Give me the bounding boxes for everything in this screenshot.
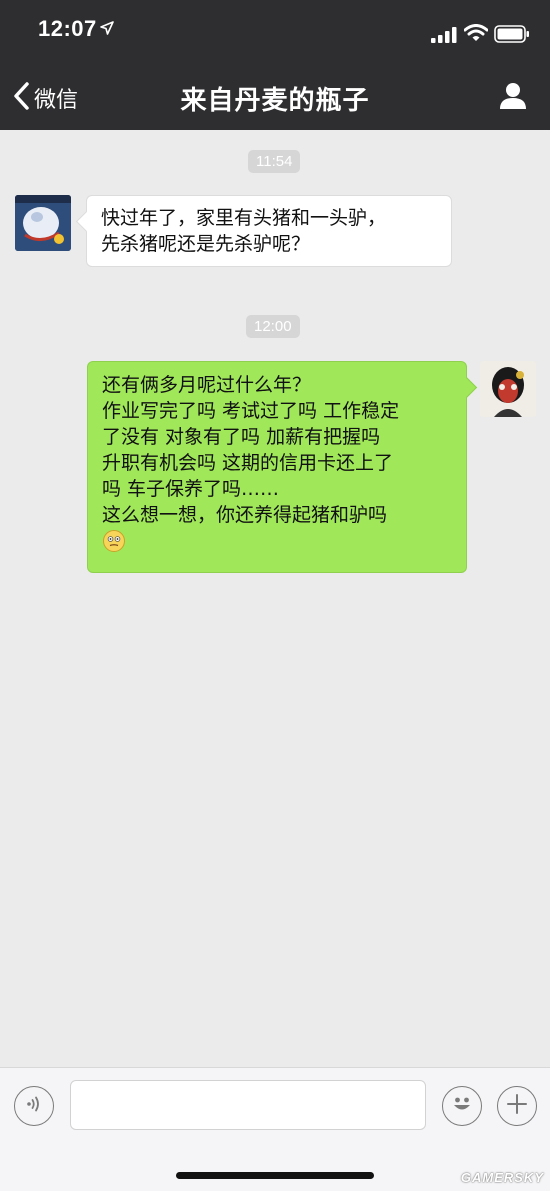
message-line: 作业写完了吗 考试过了吗 工作稳定 [102, 400, 400, 422]
incoming-message-bubble[interactable]: 快过年了，家里有头猪和一头驴， 先杀猪呢还是先杀驴呢？ [86, 195, 452, 267]
top-bar: 12:07 微信 来自丹麦的瓶子 [0, 0, 550, 130]
smiley-icon [448, 1090, 476, 1122]
message-line: 还有俩多月呢过什么年？ [102, 374, 312, 396]
more-options-button[interactable] [497, 1086, 537, 1126]
chat-info-button[interactable] [498, 82, 528, 114]
message-line: 了没有 对象有了吗 加薪有把握吗 [102, 426, 381, 448]
awkward-face-emoji-icon [102, 529, 452, 560]
contact-avatar[interactable] [15, 195, 71, 251]
message-line: 这么想一想，你还养得起猪和驴吗 [102, 504, 388, 526]
voice-icon [24, 1094, 44, 1118]
outgoing-message-bubble[interactable]: 还有俩多月呢过什么年？ 作业写完了吗 考试过了吗 工作稳定 了没有 对象有了吗 … [87, 361, 467, 573]
message-line: 快过年了，家里有头猪和一头驴， [101, 207, 387, 229]
status-time: 12:07 [38, 16, 97, 41]
message-line: 吗 车子保养了吗…… [102, 478, 280, 500]
input-bar: GAMERSKY [0, 1067, 550, 1191]
voice-input-button[interactable] [14, 1086, 54, 1126]
my-avatar[interactable] [480, 361, 536, 417]
message-line: 升职有机会吗 这期的信用卡还上了 [102, 452, 394, 474]
location-arrow-icon [100, 20, 114, 39]
plus-icon [505, 1092, 529, 1120]
cellular-signal-icon [431, 27, 457, 47]
wifi-icon [463, 24, 489, 46]
timestamp-1154: 11:54 [248, 150, 301, 173]
timestamp-1200: 12:00 [246, 315, 300, 338]
person-icon [498, 83, 528, 114]
chat-title: 来自丹麦的瓶子 [180, 86, 370, 116]
battery-icon [494, 25, 530, 47]
home-indicator[interactable] [176, 1172, 374, 1179]
message-line: 先杀猪呢还是先杀驴呢？ [101, 233, 311, 255]
chat-area[interactable]: 11:54 快过年了，家里有头猪和一头驴， 先杀猪呢还是先杀驴呢？ 12:00 … [0, 130, 550, 1067]
watermark-logo: GAMERSKY [460, 1170, 544, 1185]
message-input[interactable] [70, 1080, 426, 1130]
emoji-button[interactable] [442, 1086, 482, 1126]
